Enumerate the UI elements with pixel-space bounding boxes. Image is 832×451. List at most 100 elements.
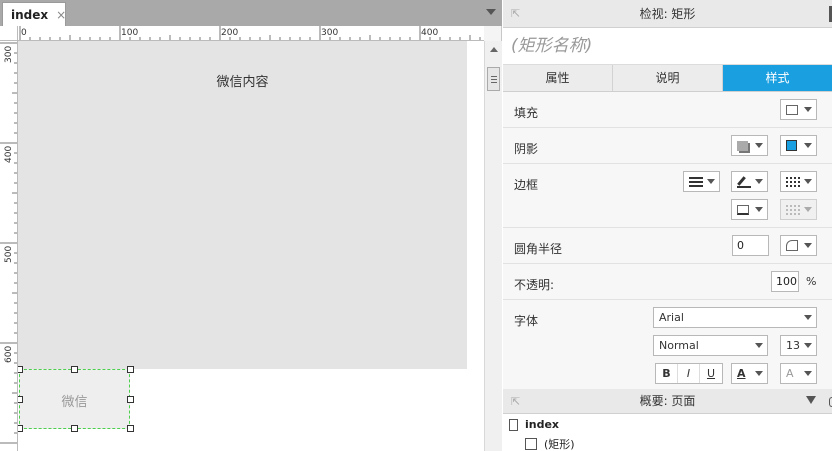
font-family-dropdown[interactable]: Arial: [653, 307, 817, 328]
chevron-down-icon: [755, 179, 763, 184]
wechat-content-rectangle[interactable]: 微信内容: [18, 41, 467, 369]
ruler-h-label-100: 100: [121, 28, 138, 38]
fill-label: 填充: [514, 106, 539, 120]
fill-swatch-icon: [786, 104, 798, 115]
chevron-down-icon: [755, 371, 763, 376]
tab-properties[interactable]: 属性: [503, 65, 613, 91]
underline-button[interactable]: U: [700, 364, 722, 383]
outline-shape-item[interactable]: (矩形): [525, 436, 575, 451]
inspector-tabs: 属性 说明 样式: [503, 65, 832, 92]
corner-radius-row: 圆角半径 0: [503, 228, 832, 264]
font-weight-dropdown[interactable]: Normal: [653, 335, 768, 356]
text-effect-dropdown[interactable]: A: [780, 363, 817, 384]
border-sides-icon: [737, 204, 749, 215]
pen-icon: [737, 176, 751, 188]
chevron-down-icon: [804, 371, 812, 376]
ruler-v-label-500: 500: [4, 246, 14, 263]
shadow-color-icon: [786, 140, 797, 151]
chevron-down-icon: [804, 343, 812, 348]
font-size-dropdown[interactable]: 13: [780, 335, 817, 356]
resize-handle-top-right[interactable]: [127, 366, 134, 373]
tab-list-chevron-down-icon[interactable]: [486, 9, 496, 15]
outline-shape-name: (矩形): [544, 438, 575, 451]
scroll-up-arrow-icon[interactable]: [490, 47, 498, 52]
document-tab-bar: index ×: [0, 0, 502, 26]
ruler-h-label-0: 0: [21, 28, 27, 38]
filter-icon[interactable]: [806, 396, 816, 404]
shape-name-field[interactable]: (矩形名称): [503, 28, 832, 65]
font-label: 字体: [514, 314, 539, 328]
font-family-value: Arial: [659, 311, 684, 324]
outline-title: 概要: 页面: [639, 394, 696, 408]
outline-header: ⇱ 概要: 页面: [503, 389, 832, 414]
resize-handle-top[interactable]: [71, 366, 78, 373]
text-shadow-icon: A: [786, 367, 794, 380]
resize-handle-bottom[interactable]: [71, 425, 78, 432]
ruler-h-label-400: 400: [421, 28, 438, 38]
shadow-row: 阴影: [503, 128, 832, 164]
rounded-corner-icon: [786, 240, 798, 251]
ruler-corner: [0, 26, 18, 41]
outline-page-name: index: [525, 418, 560, 431]
horizontal-ruler-ticks: 0 100 200 300 400: [19, 26, 481, 40]
fill-color-dropdown[interactable]: [780, 99, 817, 120]
tab-style[interactable]: 样式: [723, 65, 832, 91]
outline-panel: ⇱ 概要: 页面 index (矩形): [503, 389, 832, 451]
collapse-arrow-icon[interactable]: ⇱: [511, 0, 520, 28]
tab-index[interactable]: index ×: [2, 2, 66, 26]
dash-pattern-icon: [786, 176, 800, 187]
line-weight-icon: [689, 176, 703, 187]
arrow-style-dropdown[interactable]: [780, 199, 817, 220]
close-icon[interactable]: ×: [56, 8, 66, 22]
resize-handle-left[interactable]: [18, 396, 23, 403]
border-width-dropdown[interactable]: [683, 171, 720, 192]
border-row: 边框: [503, 164, 832, 228]
opacity-input[interactable]: 100: [771, 271, 799, 292]
chevron-down-icon: [804, 315, 812, 320]
wechat-content-label: 微信内容: [216, 75, 269, 90]
arrow-style-icon: [786, 204, 800, 215]
italic-button[interactable]: I: [678, 364, 700, 383]
corner-style-dropdown[interactable]: [780, 235, 817, 256]
fill-row: 填充: [503, 92, 832, 128]
page-icon: [509, 418, 518, 431]
outline-page-item[interactable]: index: [509, 418, 559, 431]
collapse-arrow-icon[interactable]: ⇱: [511, 389, 520, 414]
resize-handle-bottom-left[interactable]: [18, 425, 23, 432]
corner-radius-label: 圆角半径: [514, 242, 563, 256]
resize-handle-right[interactable]: [127, 396, 134, 403]
tab-index-label: index: [11, 7, 49, 22]
inspector-title: 检视: 矩形: [639, 7, 696, 21]
border-pattern-dropdown[interactable]: [780, 171, 817, 192]
border-color-dropdown[interactable]: [731, 171, 768, 192]
font-size-value: 13: [786, 339, 800, 352]
resize-handle-bottom-right[interactable]: [127, 425, 134, 432]
bold-button[interactable]: B: [656, 364, 678, 383]
ruler-v-label-400: 400: [4, 146, 14, 163]
resize-handle-top-left[interactable]: [18, 366, 23, 373]
ruler-h-label-200: 200: [221, 28, 238, 38]
vertical-scrollbar[interactable]: [484, 41, 502, 451]
font-color-dropdown[interactable]: A: [731, 363, 768, 384]
border-visibility-dropdown[interactable]: [731, 199, 768, 220]
corner-radius-input[interactable]: 0: [732, 235, 769, 256]
font-color-icon: A: [737, 367, 746, 380]
tab-notes[interactable]: 说明: [613, 65, 723, 91]
design-canvas[interactable]: 微信内容 微信: [18, 41, 484, 451]
border-label: 边框: [514, 178, 539, 192]
vertical-ruler-ticks: 300 400 500 600: [0, 42, 17, 444]
chevron-down-icon: [755, 343, 763, 348]
chevron-down-icon: [707, 179, 715, 184]
inner-shadow-dropdown[interactable]: [780, 135, 817, 156]
ruler-h-label-300: 300: [321, 28, 338, 38]
outer-shadow-dropdown[interactable]: [731, 135, 768, 156]
inspector-panel: ⇱ 检视: 矩形 (矩形名称) 属性 说明 样式 填充 阴影 边框 圆角半径 0…: [503, 0, 832, 390]
chevron-down-icon: [804, 207, 812, 212]
font-weight-value: Normal: [659, 339, 699, 352]
selected-wechat-rectangle[interactable]: 微信: [19, 369, 130, 429]
horizontal-ruler: 0 100 200 300 400: [18, 26, 484, 41]
scrollbar-thumb[interactable]: [487, 67, 500, 91]
chevron-down-icon: [804, 179, 812, 184]
ruler-v-label-300: 300: [4, 46, 14, 63]
opacity-unit: %: [806, 275, 817, 288]
